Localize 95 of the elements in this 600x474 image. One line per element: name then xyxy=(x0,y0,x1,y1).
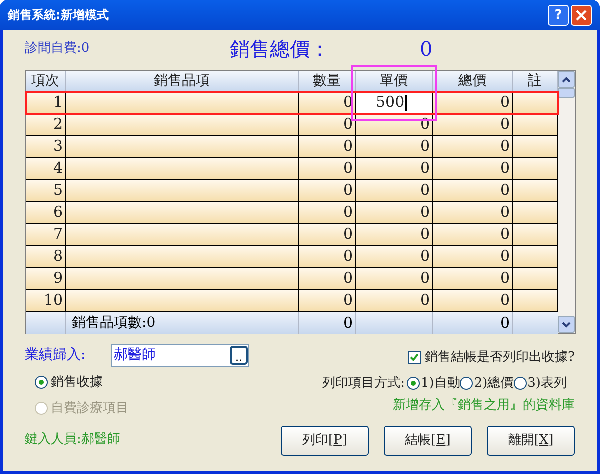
action-button[interactable]: 列印[P] xyxy=(281,426,369,456)
table-cell: 8 xyxy=(26,246,66,268)
table-cell: 0 xyxy=(433,202,513,224)
table-cell xyxy=(513,246,558,268)
total-sum: 0 xyxy=(500,312,510,334)
table-cell xyxy=(513,158,558,180)
radio-label: 2)總價 xyxy=(474,374,514,392)
table-cell: 0 xyxy=(433,136,513,158)
table-row[interactable]: 6 0 0 0 xyxy=(26,202,558,224)
save-note: 新增存入『銷售之用』的資料庫 xyxy=(393,397,575,415)
checkbox[interactable] xyxy=(408,351,422,364)
clinic-self-pay: 診間自費:0 xyxy=(25,40,91,58)
table-cell: 0 xyxy=(356,246,433,268)
table-cell: 0 xyxy=(356,180,433,202)
radio-button[interactable] xyxy=(460,376,474,390)
table-cell: 0 xyxy=(299,180,356,202)
window-title: 銷售系統:新增模式 xyxy=(8,7,110,24)
table-cell: 0 xyxy=(433,114,513,136)
help-button[interactable]: ? xyxy=(548,4,569,26)
table-row[interactable]: 9 0 0 0 xyxy=(26,268,558,290)
price-input[interactable]: 500 xyxy=(356,92,433,114)
table-cell: 2 xyxy=(26,114,66,136)
table-cell xyxy=(513,136,558,158)
table-cell: 0 xyxy=(299,246,356,268)
table-cell: 0 xyxy=(356,224,433,246)
table-cell xyxy=(513,290,558,312)
table-cell: 0 xyxy=(356,268,433,290)
table-cell: 0 xyxy=(433,180,513,202)
table-cell: 7 xyxy=(26,224,66,246)
scroll-up-icon[interactable] xyxy=(558,71,575,88)
table-cell xyxy=(513,268,558,290)
table-cell xyxy=(513,92,558,114)
table-cell: 0 xyxy=(299,290,356,312)
radio-button[interactable] xyxy=(514,376,527,390)
table-cell: 5 xyxy=(26,180,66,202)
table-cell: 0 xyxy=(433,92,513,114)
table-row[interactable]: 4 0 0 0 xyxy=(26,158,558,180)
scrollbar[interactable] xyxy=(558,71,575,333)
table-cell: 4 xyxy=(26,158,66,180)
table-row[interactable]: 10 0 0 0 xyxy=(26,290,558,312)
qty-sum: 0 xyxy=(343,312,353,334)
table-cell: 0 xyxy=(433,224,513,246)
table-cell: 0 xyxy=(433,290,513,312)
table-cell: 0 xyxy=(299,114,356,136)
scroll-down-icon[interactable] xyxy=(558,316,575,333)
column-header: 數量 xyxy=(299,71,356,92)
radio-label: 銷售收據 xyxy=(51,374,103,392)
table-cell: 0 xyxy=(433,158,513,180)
scroll-thumb[interactable] xyxy=(558,88,575,98)
table-row[interactable]: 8 0 0 0 xyxy=(26,246,558,268)
total-price-label: 銷售總價： xyxy=(230,36,331,63)
radio-button[interactable] xyxy=(35,376,48,390)
table-cell: 6 xyxy=(26,202,66,224)
table-cell xyxy=(513,224,558,246)
radio-button[interactable] xyxy=(406,376,420,390)
column-header: 項次 xyxy=(26,71,66,92)
table-cell: 0 xyxy=(356,202,433,224)
table-cell: 0 xyxy=(433,268,513,290)
table-cell: 0 xyxy=(356,136,433,158)
total-price-value: 0 xyxy=(420,36,433,63)
table-cell: 0 xyxy=(299,268,356,290)
performance-field[interactable]: 郝醫師 .. xyxy=(111,344,249,367)
table-cell: 3 xyxy=(26,136,66,158)
radio-label: 3)表列 xyxy=(528,374,567,392)
table-row[interactable]: 5 0 0 0 xyxy=(26,180,558,202)
action-button[interactable]: 結帳[E] xyxy=(384,426,472,456)
table-cell: 0 xyxy=(299,136,356,158)
table-cell: 1 xyxy=(26,92,66,114)
action-button[interactable]: 離開[X] xyxy=(487,426,575,456)
table-cell: 0 xyxy=(299,158,356,180)
column-header: 總價 xyxy=(433,71,513,92)
close-icon xyxy=(576,10,587,20)
table-row[interactable]: 7 0 0 0 xyxy=(26,224,558,246)
table-cell xyxy=(513,180,558,202)
table-cell: 0 xyxy=(356,158,433,180)
column-header: 註 xyxy=(513,71,558,92)
table-cell: 0 xyxy=(356,290,433,312)
checkbox-label: 銷售結帳是否列印出收據? xyxy=(425,349,575,367)
radio-label: 1)自動 xyxy=(420,374,460,392)
browse-button[interactable]: .. xyxy=(230,346,248,365)
close-button[interactable] xyxy=(571,4,592,26)
radio-label: 自費診療項目 xyxy=(51,400,129,418)
table-cell: 0 xyxy=(299,202,356,224)
table-cell: 10 xyxy=(26,290,66,312)
table-cell: 0 xyxy=(433,246,513,268)
table-cell: 0 xyxy=(299,224,356,246)
table-cell xyxy=(513,114,558,136)
table-row[interactable]: 3 0 0 0 xyxy=(26,136,558,158)
table-cell xyxy=(513,202,558,224)
performance-label: 業績歸入: xyxy=(25,346,87,365)
item-count: 銷售品項數:0 xyxy=(72,314,156,332)
print-mode-label: 列印項目方式: xyxy=(322,374,405,392)
operator-label: 鍵入人員:郝醫師 xyxy=(25,431,122,449)
table-cell: 9 xyxy=(26,268,66,290)
column-header: 銷售品項 xyxy=(66,71,299,92)
